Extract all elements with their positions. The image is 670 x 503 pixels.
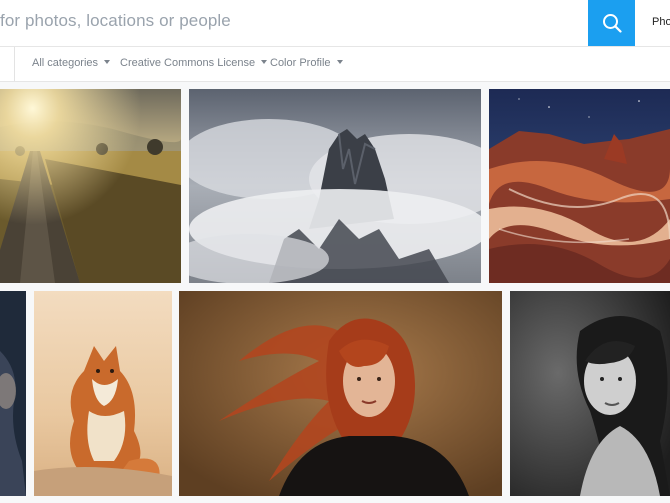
photo-tile-fox[interactable] [34,291,172,496]
photo-tile-desert[interactable] [489,89,670,283]
filter-color-profile-dropdown[interactable]: Color Profile [270,57,343,69]
photo-tile-road-sunrise[interactable] [0,89,181,283]
filter-label: Color Profile [270,57,331,69]
filter-license-dropdown[interactable]: Creative Commons License [120,57,268,69]
chevron-down-icon [336,60,343,65]
search-input[interactable]: for photos, locations or people [0,11,231,31]
chevron-down-icon [261,60,268,65]
search-button[interactable] [588,0,635,46]
photo-tile-partial-portrait[interactable] [0,291,26,496]
search-icon [602,14,622,33]
photo-partial-portrait [0,291,26,496]
photo-fox [34,291,172,496]
photo-road-sunrise [0,89,181,283]
nav-link-photos[interactable]: Pho [652,16,670,28]
photo-tile-red-hair-woman[interactable] [179,291,502,496]
filter-label: All categories [32,57,99,69]
photo-rock-clouds [189,89,481,283]
filter-bar: All categories Creative Commons License … [0,47,670,82]
top-bar: for photos, locations or people Pho [0,0,670,47]
photo-red-hair-woman [179,291,502,496]
filter-label: Creative Commons License [120,57,256,69]
filter-divider [14,47,15,81]
photo-tile-rock-clouds[interactable] [189,89,481,283]
filter-categories-dropdown[interactable]: All categories [32,57,111,69]
chevron-down-icon [104,60,111,65]
photo-bw-portrait [510,291,670,496]
photo-tile-bw-portrait[interactable] [510,291,670,496]
photo-desert [489,89,670,283]
